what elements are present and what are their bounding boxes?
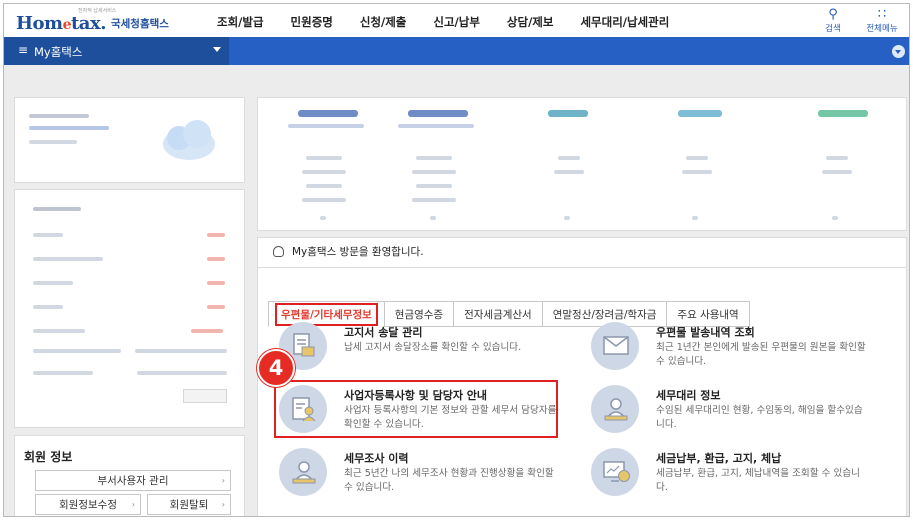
logo-text: Hometax.	[16, 13, 106, 34]
grid-icon: ∷	[877, 7, 887, 22]
service-mail-history[interactable]: 우편물 발송내역 조회 최근 1년간 본인에게 발송된 우편물의 원본을 확인할…	[591, 322, 891, 378]
service-desc: 최근 5년간 나의 세무조사 현황과 진행상황을 확인할 수 있습니다.	[344, 468, 554, 493]
browser-frame: Hometax. 국세청홈택스 전자적 납세서비스 조회/발급 민원증명 신청/…	[3, 3, 910, 517]
member-edit-button[interactable]: 회원정보수정 ›	[35, 494, 141, 515]
cloud-icon	[163, 120, 215, 160]
user-profile-card	[14, 97, 245, 183]
nav-bar: ≡ My홈택스	[4, 37, 909, 65]
menu-item-inquiry[interactable]: 조회/발급	[217, 14, 264, 30]
main-menu: 조회/발급 민원증명 신청/제출 신고/납부 상담/제보 세무대리/납세관리	[217, 14, 696, 30]
logo-tagline: 전자적 납세서비스	[78, 8, 117, 14]
person-icon	[279, 448, 327, 496]
envelope-icon	[591, 322, 639, 370]
highlight-box	[274, 380, 558, 438]
summary-list-panel	[14, 189, 245, 428]
member-info-title: 회원 정보	[24, 450, 73, 464]
my-hometax-label: My홈택스	[34, 45, 83, 59]
service-title: 세무조사 이력	[344, 452, 409, 465]
bell-icon	[273, 246, 284, 257]
tax-stats-panel	[257, 97, 907, 231]
hamburger-icon: ≡	[18, 43, 29, 57]
member-withdraw-button[interactable]: 회원탈퇴 ›	[147, 494, 231, 515]
member-withdraw-label: 회원탈퇴	[169, 499, 209, 511]
service-title: 세금납부, 환급, 고지, 체납	[656, 452, 782, 465]
service-bill-delivery[interactable]: 고지서 송달 관리 납세 고지서 송달장소를 확인할 수 있습니다.	[279, 322, 579, 378]
service-tax-audit-history[interactable]: 세무조사 이력 최근 5년간 나의 세무조사 현황과 진행상황을 확인할 수 있…	[279, 448, 579, 504]
logo-korean: 국세청홈택스	[110, 18, 169, 30]
service-desc: 납세 고지서 송달장소를 확인할 수 있습니다.	[344, 342, 522, 353]
collapse-toggle-icon[interactable]	[892, 45, 905, 58]
menu-item-certificate[interactable]: 민원증명	[291, 14, 333, 30]
all-menu-button[interactable]: ∷ 전체메뉴	[862, 8, 902, 34]
hometax-logo[interactable]: Hometax. 국세청홈택스 전자적 납세서비스	[16, 8, 169, 34]
service-tax-agent-info[interactable]: 세무대리 정보 수임된 세무대리인 현황, 수임동의, 해임을 할수있습니다.	[591, 385, 891, 441]
welcome-message: My홈택스 방문을 환영합니다.	[292, 246, 424, 258]
all-menu-label: 전체메뉴	[866, 24, 898, 34]
chevron-down-icon	[213, 47, 221, 52]
service-tax-payment[interactable]: 세금납부, 환급, 고지, 체납 세금납부, 환급, 고지, 체납내역을 조회할…	[591, 448, 891, 504]
service-title: 세무대리 정보	[656, 389, 721, 402]
member-edit-label: 회원정보수정	[59, 499, 117, 511]
person-desk-icon	[591, 385, 639, 433]
chevron-right-icon: ›	[131, 500, 135, 509]
member-info-panel: 회원 정보 부서사용자 관리 › 회원정보수정 › 회원탈퇴 ›	[14, 435, 245, 516]
service-desc: 수임된 세무대리인 현황, 수임동의, 해임을 할수있습니다.	[656, 405, 863, 430]
search-button[interactable]: ⚲ 검색	[819, 8, 847, 34]
my-hometax-dropdown[interactable]: ≡ My홈택스	[4, 37, 229, 65]
service-desc: 최근 1년간 본인에게 발송된 우편물의 원본을 확인할 수 있습니다.	[656, 342, 866, 367]
welcome-bar: My홈택스 방문을 환영합니다.	[257, 237, 907, 267]
tab-mail-tax-info-label: 우편물/기타세무정보	[275, 302, 378, 326]
step-number-badge: 4	[257, 349, 295, 387]
menu-item-consult[interactable]: 상담/제보	[507, 14, 554, 30]
service-title: 우편물 발송내역 조회	[656, 326, 755, 339]
chevron-right-icon: ›	[221, 476, 225, 485]
menu-item-report-payment[interactable]: 신고/납부	[433, 14, 480, 30]
monitor-coin-icon	[591, 448, 639, 496]
chevron-right-icon: ›	[221, 500, 225, 509]
service-title: 고지서 송달 관리	[344, 326, 423, 339]
menu-item-tax-agent[interactable]: 세무대리/납세관리	[580, 14, 669, 30]
top-header: Hometax. 국세청홈택스 전자적 납세서비스 조회/발급 민원증명 신청/…	[4, 4, 909, 37]
search-icon: ⚲	[828, 7, 838, 22]
menu-item-application[interactable]: 신청/제출	[360, 14, 407, 30]
service-desc: 세금납부, 환급, 고지, 체납내역을 조회할 수 있습니다.	[656, 468, 860, 493]
sub-user-manage-button[interactable]: 부서사용자 관리 ›	[35, 470, 231, 491]
search-label: 검색	[825, 24, 841, 34]
sub-user-manage-label: 부서사용자 관리	[97, 475, 169, 487]
